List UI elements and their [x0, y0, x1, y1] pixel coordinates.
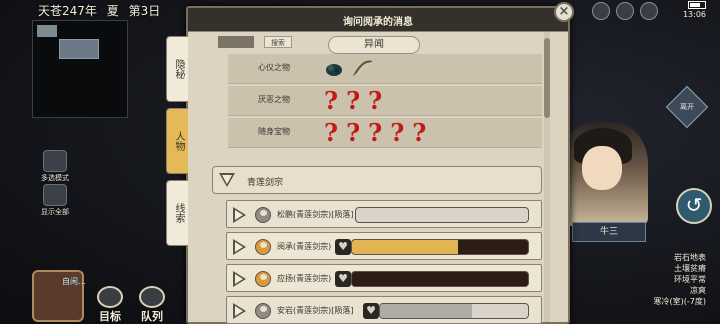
multi-select-icon	[43, 150, 67, 172]
multi-select-button[interactable]: 多选模式	[38, 150, 72, 183]
prop-items: ? ? ? ? ?	[324, 121, 426, 145]
prop-label: 随身宝物	[258, 127, 290, 136]
unknown-mark: ?	[324, 86, 339, 115]
date-status: 天苍247年 夏 第3日	[38, 2, 166, 19]
prop-label: 厌恶之物	[258, 95, 290, 104]
terrain-line: 土壤贫瘠	[674, 264, 706, 273]
dialog-content: 搜索 异闻 心仪之物 厌恶之物 ? ? ? 随身宝物 ? ? ? ? ? 青莲剑…	[212, 28, 544, 324]
unknown-mark: ?	[390, 118, 405, 147]
member-row[interactable]: 松鹏(青莲剑宗)[陨落]	[226, 200, 542, 228]
eye-icon	[43, 184, 67, 206]
member-name: 应扬(青莲剑宗)	[277, 274, 332, 283]
scrollbar-thumb[interactable]	[544, 38, 550, 118]
map-icon[interactable]	[592, 2, 610, 20]
sect-group-header[interactable]: 青莲剑宗	[212, 166, 542, 194]
favor-fill	[380, 304, 472, 318]
person-icon	[255, 207, 271, 223]
terrain-line: 环境平常	[674, 275, 706, 284]
favor-bar	[379, 303, 529, 319]
palette-icon[interactable]	[616, 2, 634, 20]
terrain-line: 寒冷(室)(-7度)	[653, 297, 706, 306]
scrollbar[interactable]	[544, 32, 550, 322]
minimap-building	[59, 39, 99, 59]
terrain-line: 岩石地表	[674, 253, 706, 262]
member-row[interactable]: 应扬(青莲剑宗) ♥	[226, 264, 542, 292]
npc-status-label: 自闲…	[62, 277, 86, 286]
expand-icon	[233, 207, 246, 223]
expand-icon	[233, 271, 246, 287]
expand-icon	[233, 239, 246, 255]
portrait-face	[582, 146, 622, 190]
target-label: 目标	[99, 310, 121, 323]
prop-items: ? ? ?	[324, 89, 382, 113]
target-icon	[97, 286, 123, 308]
section-title-rumors: 异闻	[328, 36, 420, 54]
queue-button[interactable]: 队列	[132, 286, 172, 324]
search-input[interactable]	[218, 36, 254, 48]
unknown-mark: ?	[368, 118, 383, 147]
tab-people[interactable]: 人物	[166, 108, 188, 174]
tab-secrets[interactable]: 隐秘	[166, 36, 188, 102]
unknown-mark: ?	[368, 86, 383, 115]
sect-name: 青莲剑宗	[247, 178, 284, 188]
favor-bar	[351, 239, 529, 255]
search-row: 搜索 异闻	[218, 36, 538, 54]
carried-treasure-row: 随身宝物 ? ? ? ? ?	[228, 118, 542, 148]
terrain-line: 凉爽	[690, 286, 706, 295]
season-text: 夏	[106, 4, 119, 18]
day-text: 第3日	[128, 4, 161, 18]
character-portrait	[560, 122, 648, 226]
show-all-label: 显示全部	[41, 208, 69, 216]
heart-icon: ♥	[335, 239, 351, 255]
person-icon	[255, 239, 271, 255]
unknown-mark: ?	[412, 118, 427, 147]
liked-items-row: 心仪之物	[228, 54, 542, 84]
prop-items	[324, 57, 373, 81]
bow-icon[interactable]	[352, 59, 373, 79]
battery-icon	[688, 1, 706, 9]
minimap[interactable]	[32, 20, 128, 118]
queue-label: 队列	[141, 310, 163, 323]
favor-bar	[351, 271, 529, 287]
tab-clues[interactable]: 线索	[166, 180, 188, 246]
heart-icon: ♥	[363, 303, 379, 319]
member-name: 松鹏(青莲剑宗)[陨落]	[277, 210, 354, 219]
queue-icon	[139, 286, 165, 308]
collapse-icon	[219, 173, 235, 187]
multi-select-label: 多选模式	[41, 174, 69, 182]
unknown-mark: ?	[324, 118, 339, 147]
search-button[interactable]: 搜索	[264, 36, 292, 48]
person-icon	[255, 303, 271, 319]
leave-label: 离开	[680, 103, 694, 111]
disliked-items-row: 厌恶之物 ? ? ?	[228, 86, 542, 116]
heart-icon: ♥	[335, 271, 351, 287]
unknown-mark: ?	[346, 118, 361, 147]
target-button[interactable]: 目标	[90, 286, 130, 324]
minimap-building	[37, 25, 57, 37]
character-name-tag: 牛三	[572, 222, 646, 242]
unknown-mark: ?	[346, 86, 361, 115]
gear-icon[interactable]	[640, 2, 658, 20]
dialog-title: 询问阅承的消息	[343, 17, 413, 28]
back-arrow-button[interactable]: ↺	[676, 188, 712, 224]
member-name: 阅承(青莲剑宗)	[277, 242, 332, 251]
year-text: 天苍247年	[38, 4, 97, 18]
show-all-button[interactable]: 显示全部	[38, 184, 72, 217]
favor-bar	[355, 207, 529, 223]
favor-fill	[352, 240, 458, 254]
member-row[interactable]: 安岩(青莲剑宗)[陨落] ♥	[226, 296, 542, 324]
dialog-tabs: 隐秘 人物 线索	[166, 36, 188, 252]
person-icon	[255, 271, 271, 287]
clock: 13:06	[682, 10, 706, 19]
expand-icon	[233, 303, 246, 319]
terrain-info: 岩石地表 土壤贫瘠 环境平常 凉爽 寒冷(室)(-7度)	[654, 252, 706, 307]
member-name: 安岩(青莲剑宗)[陨落]	[277, 306, 354, 315]
member-row[interactable]: 阅承(青莲剑宗) ♥	[226, 232, 542, 260]
inquiry-dialog: 询问阅承的消息 × 隐秘 人物 线索 搜索 异闻 心仪之物 厌恶之物 ? ? ?…	[166, 2, 574, 324]
prop-label: 心仪之物	[258, 63, 290, 72]
ink-stone-icon[interactable]	[324, 59, 344, 79]
close-button[interactable]: ×	[554, 2, 574, 22]
